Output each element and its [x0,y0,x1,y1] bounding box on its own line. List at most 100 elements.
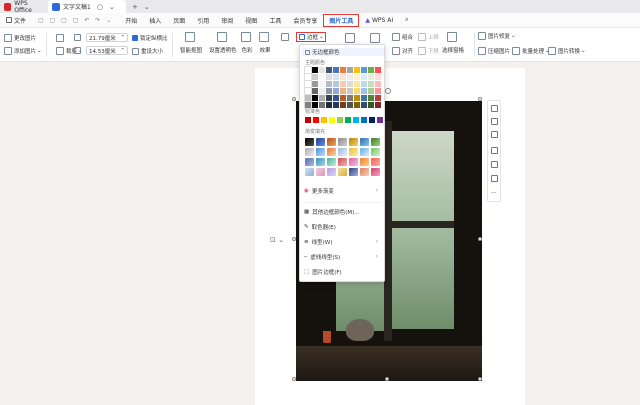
theme-color-swatch[interactable] [361,102,367,108]
theme-color-swatch[interactable] [375,95,381,101]
theme-color-swatch[interactable] [333,81,339,87]
theme-color-swatch[interactable] [319,81,325,87]
gradient-swatch[interactable] [349,138,358,146]
theme-color-swatch[interactable] [347,74,353,80]
standard-color-swatch[interactable] [305,117,311,123]
width-field[interactable]: 21.79厘米 ⌃ [86,33,128,42]
theme-color-swatch[interactable] [304,87,312,95]
theme-color-swatch[interactable] [319,88,325,94]
theme-color-swatch[interactable] [319,67,325,73]
theme-color-swatch[interactable] [375,81,381,87]
theme-color-swatch[interactable] [347,88,353,94]
theme-color-swatch[interactable] [354,88,360,94]
wrap-text-icon[interactable] [491,118,498,125]
lock-ratio-checkbox[interactable]: 锁定纵横比 [132,34,168,42]
gradient-swatch[interactable] [360,148,369,156]
chevron-down-icon[interactable]: ⌄ [144,3,150,11]
gradient-swatch[interactable] [338,168,347,176]
new-tab-icon[interactable]: + [132,3,138,11]
standard-color-swatch[interactable] [377,117,383,123]
menu-tools[interactable]: 工具 [263,13,287,28]
set-transparent-button[interactable]: 设置透明色 [209,32,237,54]
resize-handle[interactable] [478,377,482,381]
theme-color-swatch[interactable] [304,80,312,88]
theme-color-swatch[interactable] [333,88,339,94]
theme-color-swatch[interactable] [368,95,374,101]
theme-color-swatch[interactable] [326,67,332,73]
theme-color-swatch[interactable] [354,95,360,101]
theme-color-swatch[interactable] [375,74,381,80]
theme-color-swatch[interactable] [361,88,367,94]
rotate-button[interactable]: 旋转 [281,33,291,41]
add-image-button[interactable]: 添加图片 ⌄ [4,47,42,55]
resize-handle[interactable] [385,377,389,381]
reset-size-button[interactable]: 重设大小 [132,47,163,55]
position-button[interactable] [370,33,382,43]
menu-references[interactable]: 引用 [191,13,215,28]
picture-border-option[interactable]: ⬚ 图片边框(F) [304,268,342,276]
effect-button[interactable]: 效果 [259,32,271,54]
theme-color-swatch[interactable] [312,67,318,73]
tab-menu-icon[interactable]: ○ [97,3,103,11]
gradient-swatch[interactable] [371,168,380,176]
image-repair-button[interactable]: 图片修复 ⌄ [478,32,516,40]
gradient-swatch[interactable] [360,158,369,166]
standard-color-swatch[interactable] [321,117,327,123]
dash-style-option[interactable]: ┄ 虚线线型(S) [304,253,340,261]
theme-color-swatch[interactable] [368,102,374,108]
gradient-swatch[interactable] [371,148,380,156]
color-button[interactable]: 色彩 [241,32,253,54]
theme-color-swatch[interactable] [326,74,332,80]
move-up-button[interactable]: 上移 [418,33,439,41]
resize-handle[interactable] [478,97,482,101]
theme-color-swatch[interactable] [361,81,367,87]
gradient-swatch[interactable] [360,168,369,176]
theme-color-swatch[interactable] [354,74,360,80]
gradient-swatch[interactable] [327,158,336,166]
theme-color-swatch[interactable] [326,81,332,87]
theme-color-swatch[interactable] [368,81,374,87]
theme-color-swatch[interactable] [326,102,332,108]
theme-color-swatch[interactable] [361,74,367,80]
resize-handle[interactable] [292,237,296,241]
gradient-swatch[interactable] [349,158,358,166]
standard-color-swatch[interactable] [313,117,319,123]
gradient-swatch[interactable] [338,148,347,156]
standard-color-swatch[interactable] [337,117,343,123]
tab-wps-office[interactable]: WPS Office [0,0,48,14]
theme-color-swatch[interactable] [333,95,339,101]
gradient-swatch[interactable] [327,148,336,156]
theme-color-swatch[interactable] [354,67,360,73]
theme-color-swatch[interactable] [340,102,346,108]
no-border-color-option[interactable]: 无边框颜色 [302,48,384,56]
theme-color-swatch[interactable] [340,88,346,94]
gradient-swatch[interactable] [338,158,347,166]
batch-button[interactable]: 批量处理 ⌄ [512,47,550,55]
search-icon[interactable]: ⌕ [399,13,414,28]
theme-color-swatch[interactable] [312,81,318,87]
theme-color-swatch[interactable] [326,95,332,101]
theme-color-swatch[interactable] [340,95,346,101]
link-icon[interactable] [491,175,498,182]
gradient-swatch[interactable] [305,168,314,176]
theme-color-swatch[interactable] [347,67,353,73]
theme-color-swatch[interactable] [361,95,367,101]
resize-handle[interactable] [292,377,296,381]
menu-wps-ai[interactable]: ▲ WPS AI [359,13,399,28]
tab-document[interactable]: 文字文稿1 ○ ⌄ [48,0,126,13]
gradient-swatch[interactable] [305,148,314,156]
gradient-swatch[interactable] [316,138,325,146]
align-button[interactable]: 对齐 [392,47,413,55]
more-gradients-option[interactable]: ◉ 更多渐变 [304,187,334,195]
other-border-color-option[interactable]: ▦ 其他边框颜色(M)... [304,208,360,216]
menu-member[interactable]: 会员专享 [287,13,323,28]
gradient-swatch[interactable] [316,148,325,156]
theme-color-swatch[interactable] [304,66,312,74]
menu-picture-tools[interactable]: 图片工具 [323,13,360,27]
resize-handle[interactable] [478,237,482,241]
theme-color-swatch[interactable] [319,74,325,80]
minus-icon[interactable] [491,105,498,112]
gradient-swatch[interactable] [338,138,347,146]
gradient-swatch[interactable] [327,138,336,146]
layout-options-icon[interactable]: ⊡ ⌄ [270,236,284,244]
